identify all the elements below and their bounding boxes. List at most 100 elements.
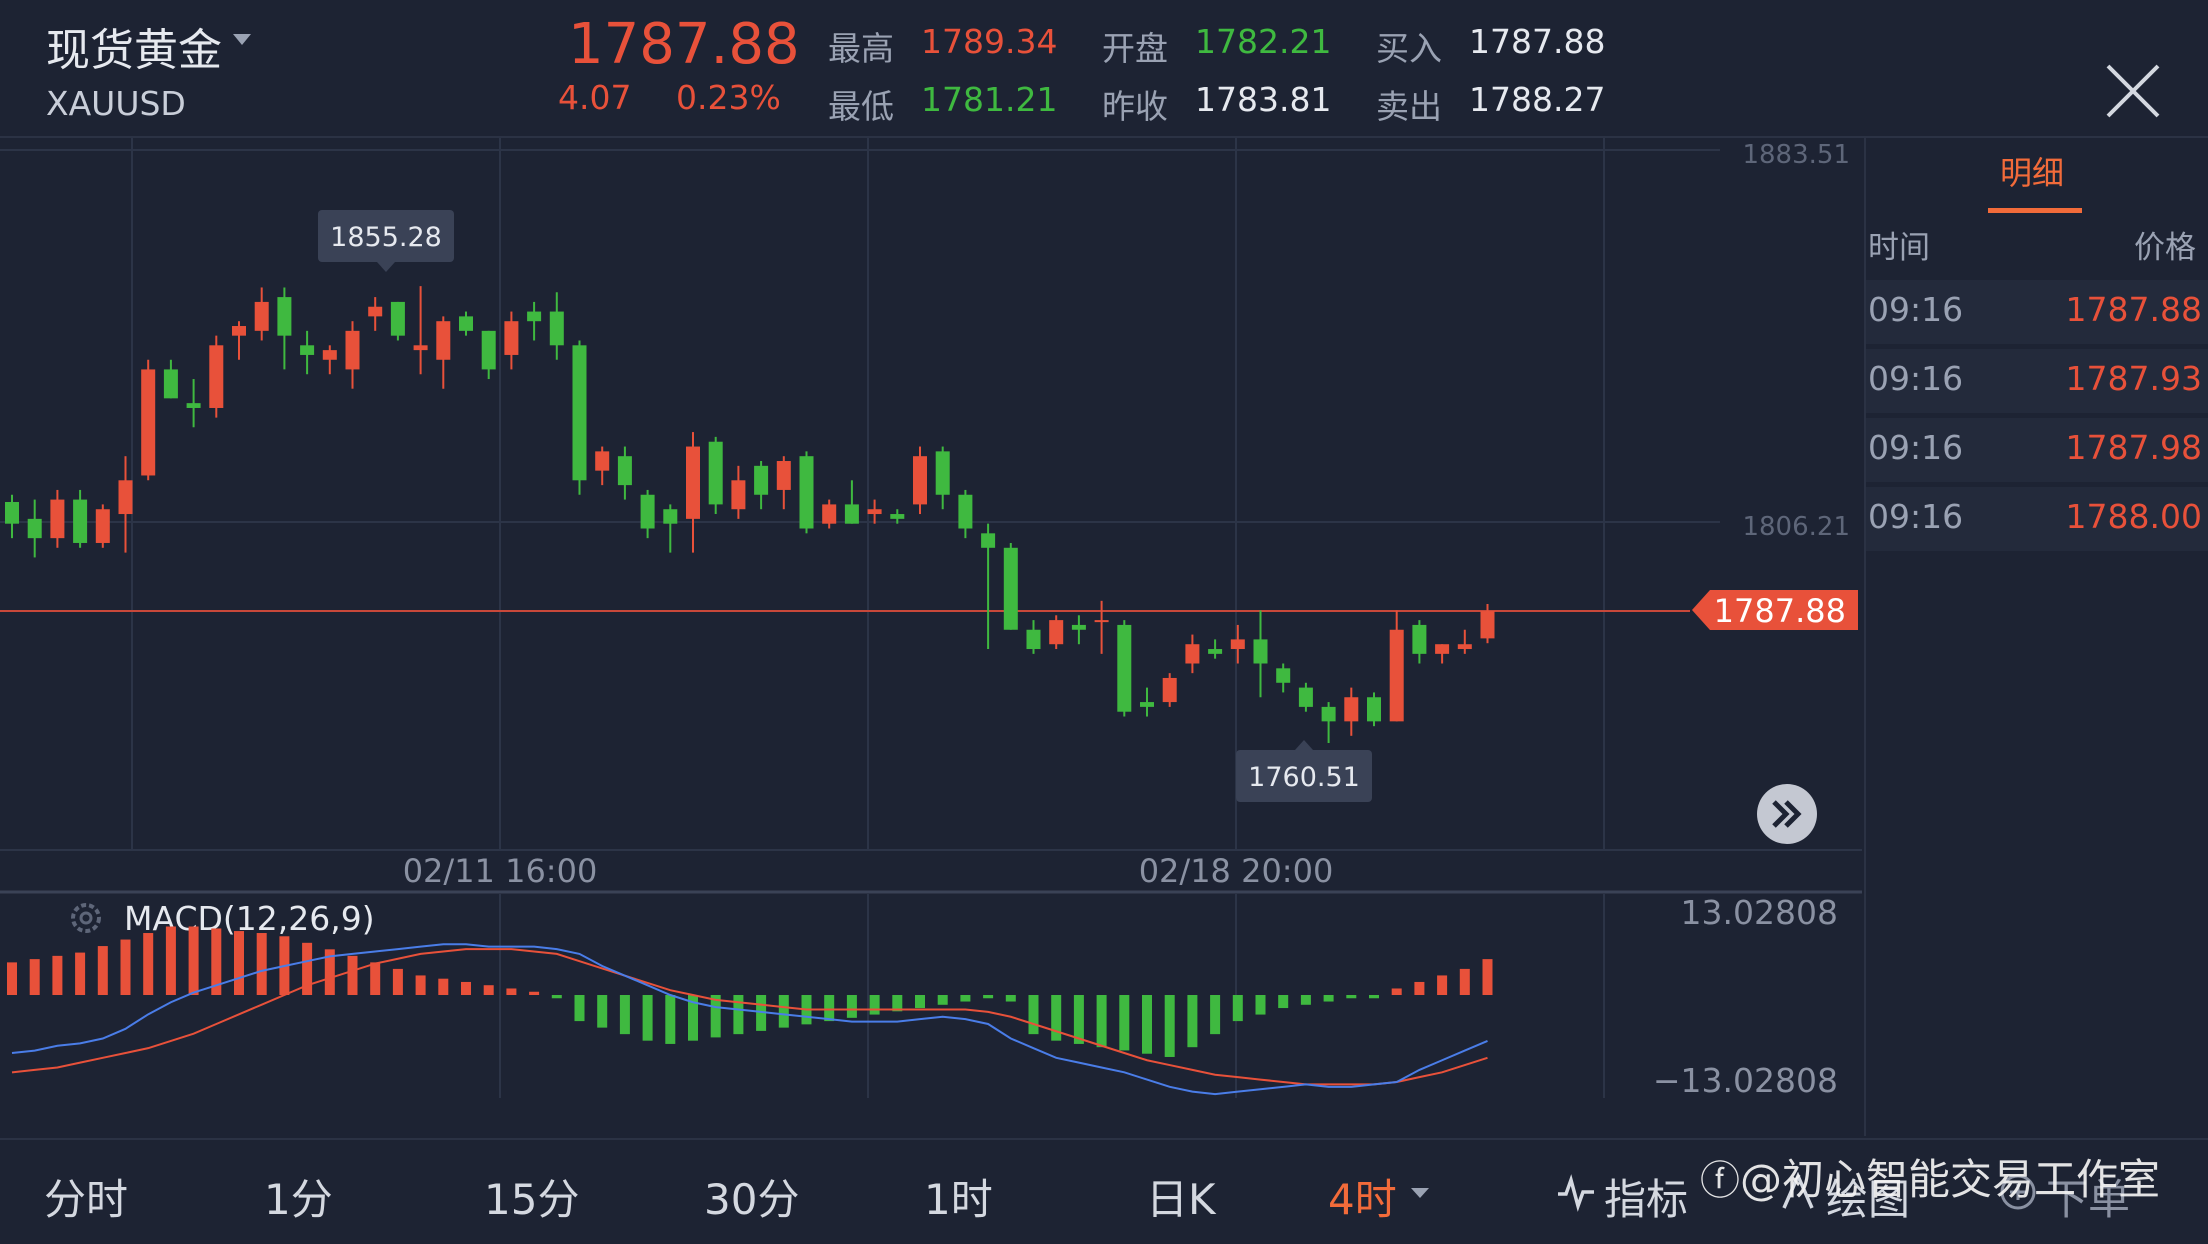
macd-bar [1142, 995, 1152, 1054]
candle-body [1230, 639, 1245, 650]
scroll-latest-button[interactable] [1757, 784, 1817, 844]
tab-daily[interactable]: 日K [1146, 1166, 1216, 1227]
macd-bar [52, 955, 63, 995]
macd-bar [97, 946, 108, 995]
tab-1hour[interactable]: 1时 [924, 1166, 993, 1227]
candle-body [322, 350, 337, 360]
macd-bar [165, 926, 176, 995]
macd-bar [1391, 988, 1402, 995]
macd-settings-icon[interactable] [71, 903, 101, 933]
prev-close-label: 昨收 [1102, 87, 1168, 126]
macd-label: MACD(12,26,9) [124, 899, 375, 938]
macd-bar [551, 995, 562, 999]
candle-body [617, 456, 632, 486]
macd-bar [529, 991, 540, 995]
detail-row-price: 1787.98 [2065, 428, 2202, 467]
macd-dif-line [11, 943, 1488, 1096]
tab-4hour[interactable]: 4时 [1328, 1166, 1397, 1227]
detail-time-header: 时间 [1868, 230, 1930, 266]
candle-body [1003, 547, 1018, 630]
candle-body [913, 456, 927, 505]
low-value: 1781.21 [921, 80, 1058, 119]
macd-layer [7, 926, 1493, 1096]
macd-bar [1255, 995, 1266, 1015]
candle-body [799, 456, 814, 529]
detail-row-time: 09:16 [1868, 428, 1964, 467]
macd-bar [1187, 995, 1198, 1048]
detail-price-header: 价格 [2134, 230, 2196, 266]
macd-top-label: 13.02808 [1681, 893, 1838, 932]
macd-bar [846, 995, 857, 1018]
candle-body [731, 480, 746, 510]
candle-body [413, 345, 428, 351]
candle-body [186, 403, 201, 408]
indicator-button[interactable]: 指标 [1604, 1166, 1688, 1227]
detail-row-price: 1788.00 [2065, 497, 2202, 536]
candle-body [1117, 624, 1132, 712]
candle-body [504, 321, 519, 355]
macd-bar [1346, 995, 1357, 999]
candle-body [1276, 668, 1291, 683]
macd-bar [1323, 995, 1334, 1002]
tab-15min[interactable]: 15分 [484, 1166, 579, 1227]
detail-row: 09:16 1787.93 [1866, 349, 2208, 413]
tab-timeshare[interactable]: 分时 [44, 1166, 128, 1227]
macd-bar [1437, 975, 1448, 995]
symbol-code: XAUUSD [46, 84, 186, 123]
candle-body [1253, 639, 1268, 664]
min-callout: 1760.51 [1236, 740, 1372, 802]
macd-bar [1482, 959, 1493, 995]
candle-body [1412, 624, 1427, 654]
candle-body [867, 509, 882, 515]
candle-body [50, 499, 65, 539]
period-dropdown-icon[interactable] [1410, 1186, 1430, 1200]
macd-bar [574, 995, 585, 1022]
y-axis-top-label: 1883.51 [1742, 140, 1850, 170]
candle-body [1140, 702, 1154, 707]
detail-row: 09:16 1787.98 [1866, 418, 2208, 482]
symbol-dropdown-icon[interactable] [233, 34, 251, 45]
macd-bar [869, 995, 880, 1015]
candles-layer [5, 286, 1495, 743]
candle-body [935, 451, 950, 495]
macd-bar [1028, 995, 1039, 1035]
candle-body [663, 509, 678, 524]
macd-bar [143, 933, 154, 995]
macd-bar [1096, 995, 1107, 1048]
macd-bar [1232, 995, 1243, 1022]
candle-body [1344, 697, 1359, 722]
kline-chart[interactable]: 1883.51 1806.21 1787.88 1855.28 1760.51 … [0, 138, 1862, 1136]
macd-bar [665, 995, 676, 1044]
macd-bar [1459, 968, 1470, 995]
candle-body [345, 330, 360, 370]
indicator-icon[interactable] [1556, 1172, 1596, 1212]
min-callout-text: 1760.51 [1248, 762, 1360, 793]
candle-body [549, 311, 564, 346]
bid-value: 1787.88 [1469, 22, 1606, 61]
macd-bottom-label: −13.02808 [1653, 1061, 1838, 1100]
tab-1min[interactable]: 1分 [264, 1166, 333, 1227]
candle-body [1480, 611, 1495, 639]
candle-body [368, 306, 383, 317]
macd-bar [234, 931, 244, 995]
macd-bar [778, 995, 789, 1028]
symbol-name[interactable]: 现货黄金 [46, 14, 222, 78]
price-change: 4.07 [558, 78, 632, 117]
macd-bar [347, 955, 358, 995]
prev-close-value: 1783.81 [1195, 80, 1332, 119]
max-callout: 1855.28 [318, 210, 454, 272]
macd-bar [937, 995, 948, 1005]
candle-body [1389, 629, 1404, 722]
macd-bar [619, 995, 630, 1035]
candle-body [163, 369, 178, 399]
tab-30min[interactable]: 30分 [704, 1166, 799, 1227]
candle-body [1367, 697, 1381, 722]
macd-bar [1300, 995, 1311, 1005]
tab-detail[interactable]: 明细 [2000, 148, 2064, 194]
candle-body [27, 518, 42, 539]
candle-body [527, 311, 542, 322]
close-icon[interactable] [2102, 60, 2164, 122]
macd-bar [370, 962, 381, 995]
macd-bar [1119, 995, 1130, 1051]
candle-body [1049, 620, 1064, 645]
